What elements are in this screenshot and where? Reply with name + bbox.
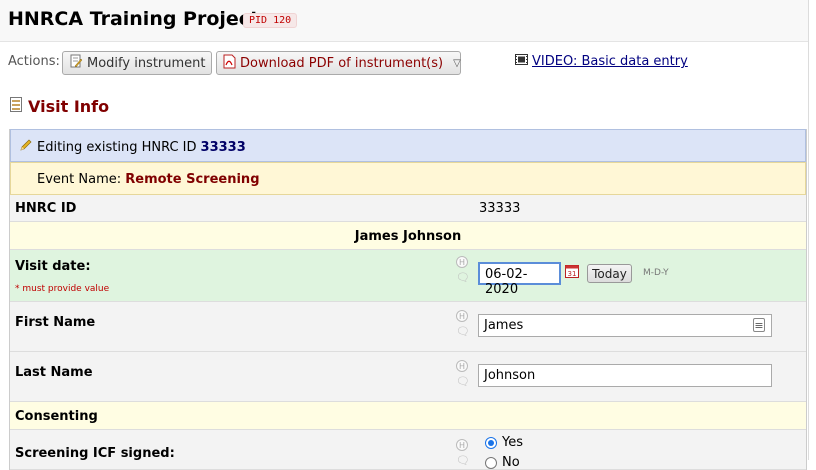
comment-bubble-icon[interactable]: 🗨 <box>456 272 470 283</box>
first-name-label: First Name <box>15 315 96 330</box>
editing-prefix: Editing existing HNRC ID <box>37 139 197 155</box>
field-tools: H 🗨 <box>456 360 470 387</box>
icf-option-yes: Yes <box>502 435 523 450</box>
screening-icf-row: Screening ICF signed: H 🗨 Yes No <box>10 430 806 470</box>
editing-record-banner: Editing existing HNRC ID 33333 <box>10 129 806 162</box>
last-name-input[interactable]: Johnson <box>478 364 772 387</box>
form-edit-icon <box>69 54 83 72</box>
video-basic-data-entry-link[interactable]: VIDEO: Basic data entry <box>515 54 688 69</box>
field-tools: H 🗨 <box>456 439 470 466</box>
visit-date-label: Visit date: <box>15 259 91 274</box>
pencil-icon <box>19 138 33 156</box>
first-name-row: First Name H 🗨 James ≡ <box>10 302 806 352</box>
record-id: 33333 <box>200 139 246 155</box>
field-history-icon[interactable]: H <box>456 310 468 322</box>
hnrc-id-value: 33333 <box>479 201 521 216</box>
consenting-header-text: Consenting <box>15 409 98 424</box>
today-button[interactable]: Today <box>587 264 632 283</box>
actions-label: Actions: <box>8 54 60 69</box>
event-prefix: Event Name: <box>37 172 122 187</box>
event-name-banner: Event Name: Remote Screening <box>10 162 806 195</box>
modify-instrument-button[interactable]: Modify instrument <box>62 51 212 75</box>
field-tools: H 🗨 <box>456 256 470 283</box>
video-link-text[interactable]: VIDEO: Basic data entry <box>532 54 688 69</box>
calendar-icon[interactable]: 31 <box>565 264 579 282</box>
first-name-input[interactable]: James ≡ <box>478 314 772 337</box>
id-card-icon[interactable]: ≡ <box>753 318 765 332</box>
consenting-section-header: Consenting <box>10 402 806 430</box>
data-entry-form: Editing existing HNRC ID 33333 Event Nam… <box>9 129 807 470</box>
screening-icf-label: Screening ICF signed: <box>15 446 175 461</box>
date-format-hint: M-D-Y <box>643 268 669 278</box>
last-name-label: Last Name <box>15 365 93 380</box>
modify-instrument-label: Modify instrument <box>87 55 206 71</box>
form-icon <box>10 97 22 116</box>
chevron-down-icon: ▽ <box>453 57 461 69</box>
radio-unselected-icon[interactable] <box>485 456 497 469</box>
field-history-icon[interactable]: H <box>456 256 468 268</box>
field-tools: H 🗨 <box>456 310 470 337</box>
name-header-text: James Johnson <box>354 229 462 244</box>
project-header: HNRCA Training Project PID 120 <box>0 0 808 42</box>
required-note: * must provide value <box>15 284 110 294</box>
visit-date-row: Visit date: * must provide value H 🗨 06-… <box>10 250 806 302</box>
icf-radio-yes[interactable]: Yes <box>485 435 523 450</box>
icf-option-no: No <box>502 455 520 470</box>
download-pdf-button[interactable]: Download PDF of instrument(s) ▽ <box>216 51 461 75</box>
event-name: Remote Screening <box>125 172 260 187</box>
project-title: HNRCA Training Project <box>8 8 260 30</box>
pid-badge: PID 120 <box>243 13 298 28</box>
field-history-icon[interactable]: H <box>456 439 468 451</box>
field-history-icon[interactable]: H <box>456 360 468 372</box>
name-section-header: James Johnson <box>10 222 806 250</box>
hnrc-id-row: HNRC ID 33333 <box>10 195 806 222</box>
icf-radio-no[interactable]: No <box>485 455 520 470</box>
first-name-value: James <box>484 318 524 333</box>
comment-bubble-icon[interactable]: 🗨 <box>456 376 470 387</box>
section-title-text: Visit Info <box>28 97 110 116</box>
hnrc-id-label: HNRC ID <box>15 201 77 216</box>
svg-text:31: 31 <box>568 270 577 278</box>
download-pdf-label: Download PDF of instrument(s) <box>240 55 444 71</box>
radio-selected-icon[interactable] <box>485 436 497 449</box>
visit-date-input[interactable]: 06-02-2020 <box>478 262 561 297</box>
last-name-row: Last Name H 🗨 Johnson <box>10 352 806 402</box>
section-title: Visit Info <box>10 97 109 116</box>
film-icon <box>515 54 528 69</box>
comment-bubble-icon[interactable]: 🗨 <box>456 455 470 466</box>
page-scrollbar[interactable] <box>808 0 816 460</box>
comment-bubble-icon[interactable]: 🗨 <box>456 326 470 337</box>
pdf-icon <box>223 54 236 73</box>
